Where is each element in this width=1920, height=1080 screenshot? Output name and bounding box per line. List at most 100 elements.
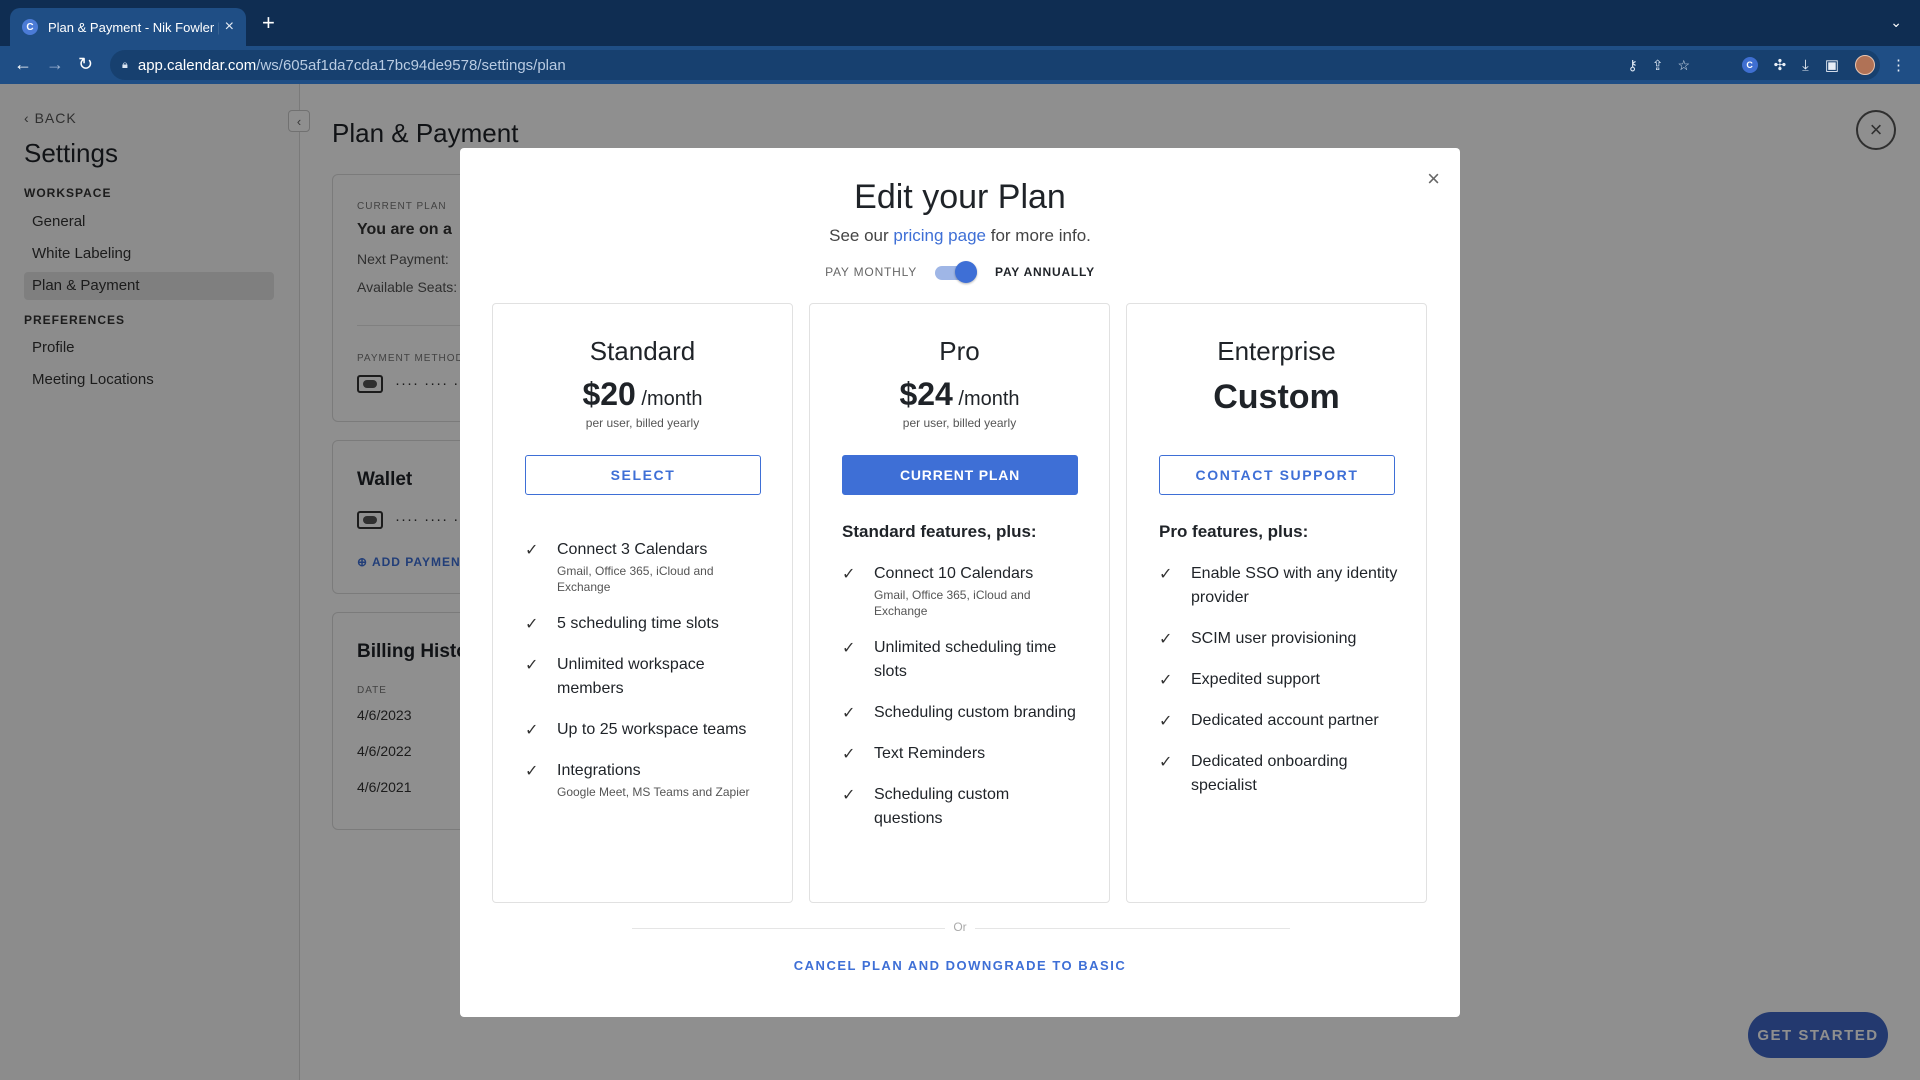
profile-avatar[interactable]: [1855, 55, 1875, 75]
feature-text: 5 scheduling time slots: [557, 615, 719, 632]
plan-name: Enterprise: [1217, 336, 1336, 366]
feature-item: ✓ SCIM user provisioning: [1159, 627, 1399, 651]
feature-item: ✓ Scheduling custom questions: [842, 783, 1082, 831]
check-icon: ✓: [842, 705, 856, 722]
plan-name: Pro: [939, 336, 980, 366]
browser-toolbar: ← → ↻ 🔒︎ app.calendar.com/ws/605af1da7cd…: [0, 46, 1920, 84]
feature-subtext: Google Meet, MS Teams and Zapier: [557, 785, 750, 799]
feature-item: ✓ Connect 10 Calendars Gmail, Office 365, …: [842, 562, 1082, 619]
feature-text: Text Reminders: [874, 745, 986, 762]
plan-price-custom: Custom: [1213, 378, 1340, 416]
check-icon: ✓: [525, 722, 539, 739]
share-icon[interactable]: ⇪: [1652, 57, 1664, 74]
feature-text: SCIM user provisioning: [1191, 630, 1357, 647]
price-amount: $20: [582, 376, 636, 412]
price-period: /month: [635, 388, 703, 410]
more-menu-icon[interactable]: ⋮: [1891, 56, 1906, 74]
feature-item: ✓ Enable SSO with any identity provider: [1159, 562, 1399, 610]
key-icon[interactable]: ⚷: [1627, 57, 1637, 74]
new-tab-icon[interactable]: +: [262, 12, 275, 34]
feature-item: ✓ Connect 3 Calendars Gmail, Office 365, i…: [525, 538, 765, 595]
feature-subtext: Gmail, Office 365, iCloud and Exchange: [874, 588, 1031, 618]
check-icon: ✓: [525, 657, 539, 674]
plan-name: Standard: [589, 336, 696, 366]
billing-note: per user, billed yearly: [902, 416, 1017, 430]
chevron-down-icon[interactable]: ⌄: [1890, 14, 1902, 31]
check-icon: ✓: [842, 566, 856, 583]
check-icon: ✓: [1159, 566, 1173, 583]
close-tab-icon[interactable]: ×: [225, 18, 234, 36]
contact-support-button[interactable]: CONTACT SUPPORT: [1159, 455, 1395, 495]
feature-item: ✓ Dedicated account partner: [1159, 709, 1399, 733]
feature-text: Scheduling custom branding: [874, 704, 1076, 721]
feature-item: ✓ Integrations Google Meet, MS Teams and Z…: [525, 759, 765, 800]
feature-text: Unlimited scheduling time slots: [874, 639, 1057, 680]
calendar-extension-icon[interactable]: C: [1741, 57, 1758, 73]
or-text: Or: [945, 920, 975, 934]
current-plan-button[interactable]: CURRENT PLAN: [842, 455, 1078, 495]
feature-text: Dedicated onboarding specialist: [1191, 753, 1348, 794]
features-heading: Standard features, plus:: [842, 522, 1037, 541]
puzzle-extensions-icon[interactable]: ✣: [1774, 56, 1787, 74]
check-icon: ✓: [525, 616, 539, 633]
feature-list: ✓ Connect 3 Calendars Gmail, Office 365, i…: [525, 538, 765, 817]
check-icon: ✓: [842, 640, 856, 657]
back-arrow-icon[interactable]: ←: [14, 54, 32, 74]
pay-annually-label[interactable]: PAY ANNUALLY: [995, 265, 1095, 279]
subtitle-prefix: See our: [829, 226, 894, 245]
price-period: /month: [952, 388, 1020, 410]
plan-card-enterprise: Enterprise Custom CONTACT SUPPORT Pro fe…: [1126, 303, 1427, 903]
feature-item: ✓ Text Reminders: [842, 742, 1082, 766]
reload-icon[interactable]: ↻: [78, 54, 93, 74]
feature-text: Connect 3 Calendars: [557, 541, 708, 558]
select-standard-button[interactable]: SELECT: [525, 455, 761, 495]
check-icon: ✓: [842, 746, 856, 763]
feature-text: Integrations: [557, 762, 641, 779]
features-heading: Pro features, plus:: [1159, 522, 1309, 541]
feature-item: ✓ 5 scheduling time slots: [525, 612, 765, 636]
check-icon: ✓: [525, 542, 539, 559]
feature-subtext: Gmail, Office 365, iCloud and Exchange: [557, 564, 714, 594]
url-host: app.calendar.com: [137, 56, 257, 74]
pricing-page-link[interactable]: pricing page: [893, 226, 986, 245]
billing-period-toggle[interactable]: [935, 261, 978, 283]
plan-price: $20 /month: [493, 376, 792, 413]
feature-text: Dedicated account partner: [1191, 712, 1379, 729]
plan-price: $24 /month: [810, 376, 1109, 413]
feature-item: ✓ Unlimited scheduling time slots: [842, 636, 1082, 684]
address-bar[interactable]: 🔒︎ app.calendar.com/ws/605af1da7cda17bc9…: [110, 50, 1880, 80]
browser-tab-strip: C Plan & Payment - Nik Fowler | C × + ⌄: [0, 0, 1920, 46]
download-icon[interactable]: ⤓: [1802, 57, 1809, 74]
plan-card-pro: Pro $24 /month per user, billed yearly C…: [809, 303, 1110, 903]
app-root: ‹ BACK Settings WORKSPACE General White …: [0, 84, 1920, 1080]
check-icon: ✓: [525, 763, 539, 780]
feature-list: ✓ Enable SSO with any identity provider ✓…: [1159, 562, 1399, 815]
feature-item: ✓ Dedicated onboarding specialist: [1159, 750, 1399, 798]
cancel-plan-link[interactable]: CANCEL PLAN AND DOWNGRADE TO BASIC: [460, 958, 1460, 973]
check-icon: ✓: [1159, 713, 1173, 730]
lock-icon: 🔒︎: [122, 58, 128, 71]
browser-tab[interactable]: C Plan & Payment - Nik Fowler | C ×: [10, 8, 246, 46]
pay-monthly-label[interactable]: PAY MONTHLY: [825, 265, 917, 279]
tab-title: Plan & Payment - Nik Fowler | C: [48, 19, 219, 35]
feature-item: ✓ Scheduling custom branding: [842, 701, 1082, 725]
modal-title: Edit your Plan: [854, 178, 1066, 216]
feature-item: ✓ Expedited support: [1159, 668, 1399, 692]
bookmark-star-icon[interactable]: ☆: [1677, 57, 1690, 74]
plan-card-standard: Standard $20 /month per user, billed yea…: [492, 303, 793, 903]
price-amount: $24: [899, 376, 953, 412]
forward-arrow-icon[interactable]: →: [46, 54, 64, 74]
feature-list: ✓ Connect 10 Calendars Gmail, Office 365, …: [842, 562, 1082, 848]
feature-item: ✓ Up to 25 workspace teams: [525, 718, 765, 742]
extension-toolbar: C ✣ ⤓ ▣ ⋮: [1741, 46, 1906, 84]
side-panel-icon[interactable]: ▣: [1825, 56, 1839, 74]
feature-text: Unlimited workspace members: [557, 656, 705, 697]
feature-text: Scheduling custom questions: [874, 786, 1010, 827]
check-icon: ✓: [1159, 672, 1173, 689]
cancel-plan-label: CANCEL PLAN AND DOWNGRADE TO BASIC: [793, 958, 1127, 973]
toggle-knob: [955, 261, 978, 283]
edit-plan-modal: × Edit your Plan See our pricing page fo…: [460, 148, 1460, 1017]
check-icon: ✓: [842, 787, 856, 804]
feature-text: Up to 25 workspace teams: [557, 721, 747, 738]
check-icon: ✓: [1159, 631, 1173, 648]
